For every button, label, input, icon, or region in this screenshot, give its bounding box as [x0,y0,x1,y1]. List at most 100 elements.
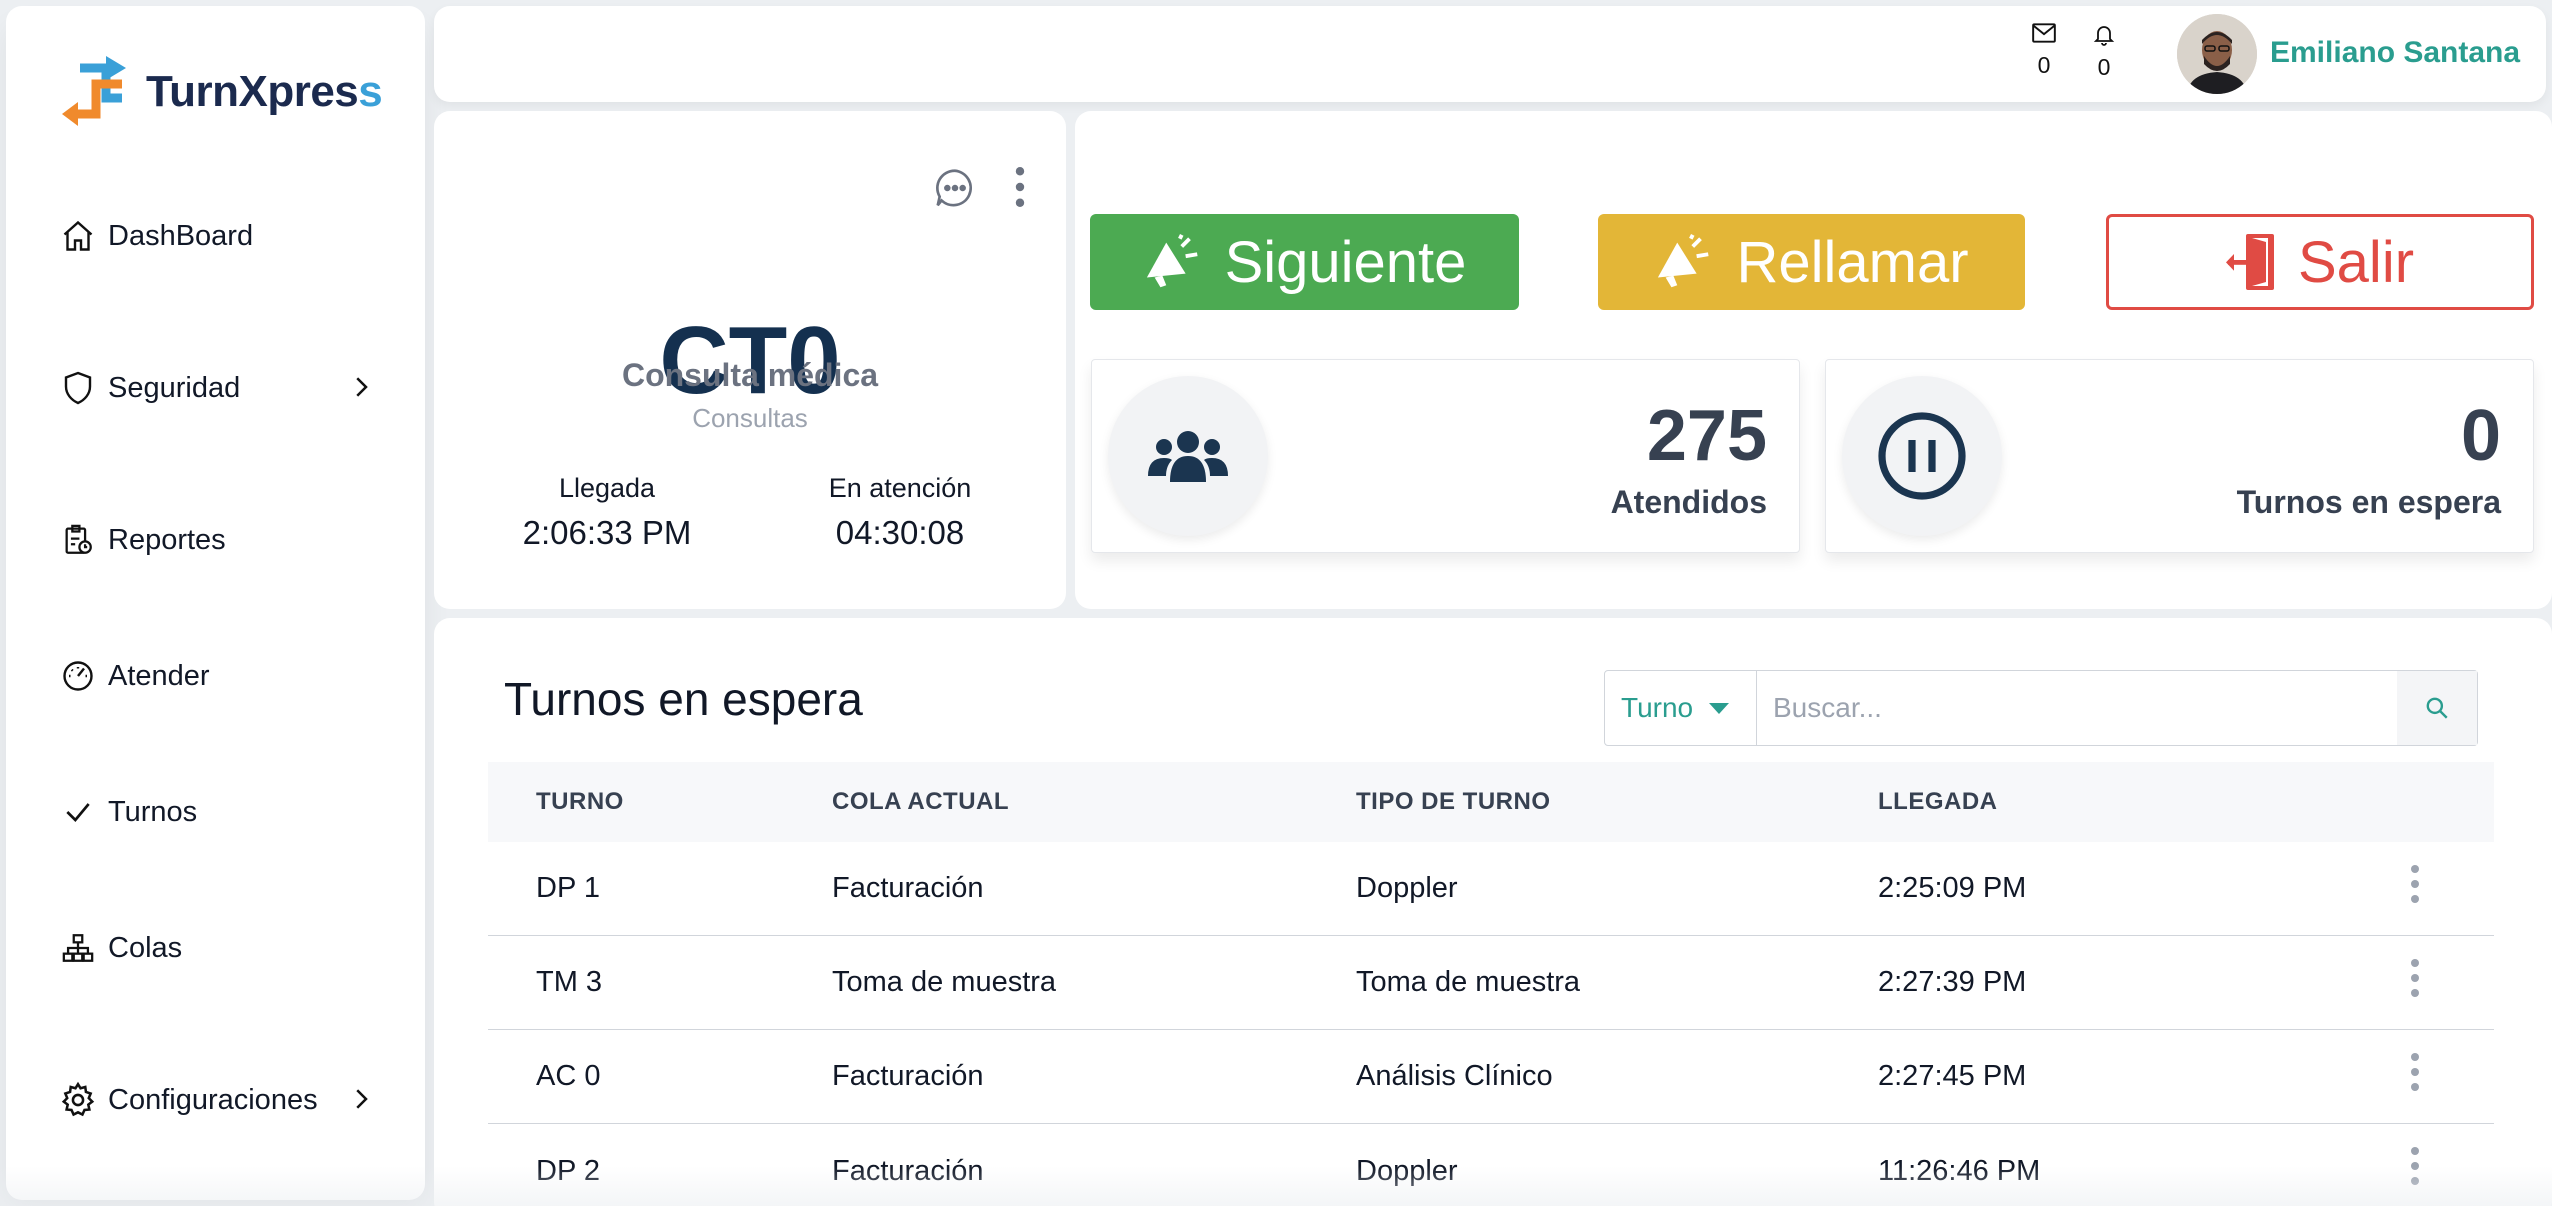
search-bar: Turno [1604,670,2478,746]
sidebar-item-label: Atender [108,659,210,692]
sidebar-item-label: DashBoard [108,219,254,252]
turnxpress-logo[interactable]: TurnXpress [62,54,383,130]
cell-arrival: 2:27:39 PM [1878,966,2027,998]
logo-arrows-icon [62,56,126,126]
cell-arrival: 2:25:09 PM [1878,872,2027,904]
row-menu-button[interactable] [2410,1052,2420,1097]
current-turn-card: CT0 Consulta médica Consultas Llegada 2:… [434,111,1066,609]
row-menu-button[interactable] [2410,1146,2420,1191]
row-menu-button[interactable] [2410,958,2420,1003]
vertical-dots-icon [2411,959,2419,997]
current-turn-group: Consultas [692,403,808,433]
sidebar-item-label: Colas [108,931,183,964]
attended-stat-card: 275 Atendidos [1091,359,1800,553]
attended-value: 275 [1646,396,1767,476]
waiting-stat-card: 0 Turnos en espera [1825,359,2534,553]
home-icon [56,214,100,258]
table-row[interactable]: DP 2 Facturación Doppler 11:26:46 PM [488,1124,2494,1206]
report-icon [56,518,100,562]
avatar[interactable] [2177,14,2257,94]
search-input[interactable] [1757,671,2397,745]
cell-type: Toma de muestra [1356,966,1581,998]
sidebar-item-reportes[interactable]: Reportes [56,512,376,568]
vertical-dots-icon [2411,865,2419,903]
search-field-value: Turno [1621,692,1694,723]
sidebar-item-label: Configuraciones [108,1083,318,1116]
sidebar-item-label: Turnos [108,795,198,828]
door-exit-icon [2225,232,2278,292]
cell-queue: Toma de muestra [832,966,1057,998]
gauge-icon [56,654,100,698]
exit-button[interactable]: Salir [2106,214,2534,310]
hierarchy-icon [56,926,100,970]
waiting-value: 0 [2460,396,2501,476]
chat-button[interactable] [932,165,978,216]
arrival-time: Llegada 2:06:33 PM [457,473,757,552]
cell-turn: DP 2 [536,1154,600,1187]
megaphone-icon [1143,234,1205,290]
chevron-right-icon [346,372,376,410]
user-photo-icon [2177,14,2257,94]
sidebar-item-atender[interactable]: Atender [56,648,376,704]
pause-icon [1842,376,2002,536]
vertical-dots-icon [2411,1147,2419,1185]
shield-icon [56,366,100,410]
notifications-count: 0 [2097,54,2111,80]
table-row[interactable]: DP 1 Facturación Doppler 2:25:09 PM [488,842,2494,936]
table-row[interactable]: AC 0 Facturación Análisis Clínico 2:27:4… [488,1030,2494,1124]
arrival-label: Llegada [558,473,656,503]
logo-text: TurnXpress [146,67,383,116]
attention-value: 04:30:08 [835,514,965,551]
cell-turn: TM 3 [536,966,603,998]
cell-arrival: 2:27:45 PM [1878,1060,2027,1092]
waiting-label: Turnos en espera [2236,484,2501,520]
search-icon [2426,697,2448,719]
users-icon [1108,376,1268,536]
next-button[interactable]: Siguiente [1090,214,1519,310]
caret-down-icon [1709,702,1730,714]
chevron-right-icon [346,1084,376,1122]
messages-count: 0 [2037,52,2051,78]
cell-queue: Facturación [832,1060,984,1092]
column-header[interactable]: TIPO DE TURNO [1356,788,1551,816]
attended-label: Atendidos [1610,484,1767,520]
column-header[interactable]: COLA ACTUAL [832,788,1009,816]
more-options-button[interactable] [1014,166,1026,213]
messages-button[interactable]: 0 [2026,22,2062,79]
section-title: Turnos en espera [504,673,863,725]
next-button-label: Siguiente [1224,229,1467,295]
table-row[interactable]: TM 3 Toma de muestra Toma de muestra 2:2… [488,936,2494,1030]
actions-card: Siguiente Rellamar Salir 275 Atendidos 0 [1075,111,2552,609]
sidebar: TurnXpress DashBoard Seguridad Reportes … [6,6,425,1200]
user-name[interactable]: Emiliano Santana [2270,36,2520,70]
top-bar: 0 0 Emiliano Santana [434,6,2546,102]
vertical-dots-icon [1015,167,1025,207]
search-button[interactable] [2397,671,2477,745]
gear-icon [56,1078,100,1122]
vertical-dots-icon [2411,1053,2419,1091]
recall-button[interactable]: Rellamar [1598,214,2025,310]
attention-label: En atención [828,473,972,503]
sidebar-item-label: Reportes [108,523,226,556]
mail-icon [2032,23,2056,43]
cell-type: Doppler [1356,1154,1458,1187]
sidebar-item-seguridad[interactable]: Seguridad [56,360,376,416]
current-turn-service: Consulta médica [621,357,879,393]
row-menu-button[interactable] [2410,864,2420,909]
exit-button-label: Salir [2297,229,2415,295]
column-header[interactable]: LLEGADA [1878,788,1998,816]
column-header[interactable]: TURNO [536,788,624,816]
cell-queue: Facturación [832,872,984,904]
waiting-queue-card: Turnos en espera Turno TURNO COLA ACTUAL… [434,618,2552,1206]
check-icon [56,790,100,834]
sidebar-item-configuraciones[interactable]: Configuraciones [56,1072,376,1128]
search-field-select[interactable]: Turno [1605,671,1757,745]
table-header: TURNO COLA ACTUAL TIPO DE TURNO LLEGADA [488,762,2494,842]
cell-turn: DP 1 [536,872,600,904]
notifications-button[interactable]: 0 [2086,22,2122,81]
megaphone-icon [1654,234,1716,290]
sidebar-item-turnos[interactable]: Turnos [56,784,376,840]
sidebar-item-dashboard[interactable]: DashBoard [56,208,376,264]
sidebar-item-colas[interactable]: Colas [56,920,376,976]
cell-queue: Facturación [832,1154,984,1187]
